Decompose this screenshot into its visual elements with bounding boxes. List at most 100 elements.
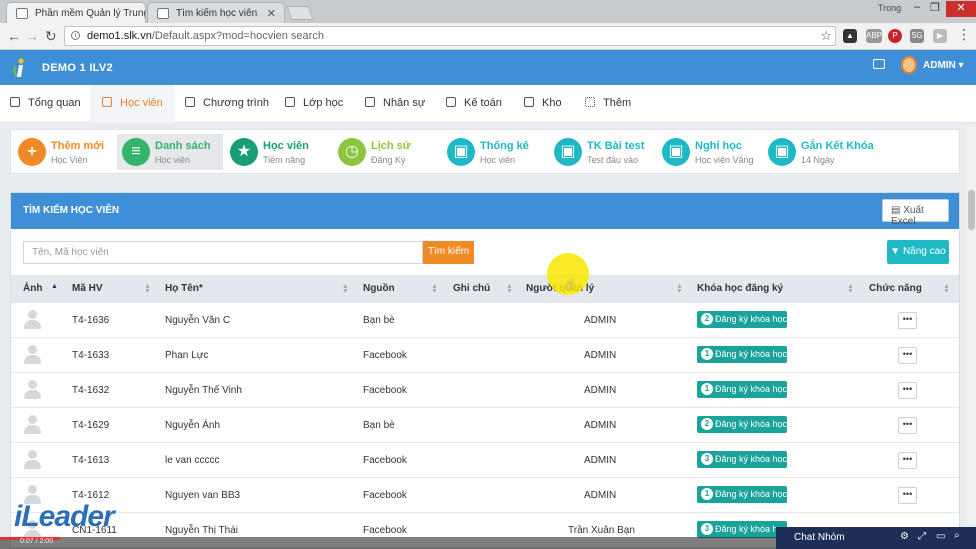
search-button[interactable]: Tìm kiếm: [423, 241, 474, 264]
table-row[interactable]: T4-1612 Nguyen van BB3 Facebook ADMIN 1Đ…: [11, 478, 959, 513]
sort-icon[interactable]: ▲ ▼: [676, 283, 683, 295]
screen-icon[interactable]: ▭: [936, 531, 945, 542]
col-ma-hv[interactable]: Mã HV: [72, 283, 103, 294]
shortcut-gan-ket-khoa[interactable]: ▣ Gắn Kết Khóa 14 Ngày: [763, 134, 883, 170]
menu-label: Học viên: [120, 97, 163, 109]
table-row[interactable]: T4-1632 Nguyễn Thế Vinh Facebook ADMIN 1…: [11, 373, 959, 408]
register-course-button[interactable]: 3 Đăng ký khóa học: [697, 451, 787, 468]
col-nguon[interactable]: Nguồn: [363, 283, 395, 294]
list-icon: ≡: [122, 138, 150, 166]
new-tab-button[interactable]: [286, 6, 314, 20]
export-excel-button[interactable]: ▤ Xuất Excel: [882, 199, 949, 227]
menu-item-nhan-su[interactable]: Nhân sự: [365, 97, 425, 109]
cell-manager: ADMIN: [584, 350, 617, 361]
register-course-button[interactable]: 1 Đăng ký khóa học: [697, 381, 787, 398]
shortcut-title: TK Bài test: [587, 140, 645, 152]
adblock-icon[interactable]: ABP: [866, 29, 882, 43]
extension-icon[interactable]: ▲: [843, 29, 857, 43]
shortcut-sub: Tiềm năng: [263, 155, 306, 165]
sort-icon[interactable]: ▲ ▼: [943, 283, 950, 295]
menu-item-ke-toan[interactable]: Kế toán: [446, 97, 502, 109]
shortcut-them-moi[interactable]: + Thêm mới Học Viên: [13, 134, 119, 170]
sort-icon[interactable]: ▲ ▼: [847, 283, 854, 295]
row-actions-button[interactable]: •••: [898, 487, 917, 504]
menu-item-hoc-vien[interactable]: Học viên: [90, 85, 175, 123]
course-count: 2: [701, 313, 713, 325]
sort-icon[interactable]: ▲ ▼: [506, 283, 513, 295]
course-count: 1: [701, 383, 713, 395]
bookmark-star-icon[interactable]: ☆: [820, 28, 832, 44]
cell-name[interactable]: Nguyễn Ánh: [165, 420, 220, 431]
sort-icon[interactable]: ▲ ▼: [342, 283, 349, 295]
chat-label: Chat Nhóm: [794, 532, 845, 543]
register-course-button[interactable]: 2 Đăng ký khóa học: [697, 416, 787, 433]
shortcut-hoc-vien-tiem-nang[interactable]: ★ Học viên Tiềm năng: [225, 134, 331, 170]
cell-name[interactable]: Nguyễn Văn C: [165, 315, 230, 326]
col-ho-ten[interactable]: Họ Tên*: [165, 283, 203, 294]
cast-icon[interactable]: ▶: [933, 29, 947, 43]
window-close-icon[interactable]: ✕: [946, 1, 976, 17]
menu-icon[interactable]: ⋮: [957, 26, 971, 43]
cell-source: Facebook: [363, 455, 407, 466]
table-row[interactable]: T4-1629 Nguyễn Ánh Bạn bè ADMIN 2 Đăng ký…: [11, 408, 959, 443]
sort-icon[interactable]: ▲ ▼: [431, 283, 438, 295]
register-course-button[interactable]: 1 Đăng ký khóa học: [697, 486, 787, 503]
forward-icon[interactable]: →: [25, 28, 39, 44]
register-course-button[interactable]: 2 Đăng ký khóa học: [697, 311, 787, 328]
back-icon[interactable]: ←: [7, 28, 21, 44]
sort-icon[interactable]: ▲ ▼: [144, 283, 151, 295]
table-row[interactable]: T4-1633 Phan Lực Facebook ADMIN 1 Đăng ký…: [11, 338, 959, 373]
settings-icon[interactable]: ⚙: [900, 531, 909, 542]
shortcut-nghi-hoc[interactable]: ▣ Nghỉ học Học viên Vắng: [657, 134, 763, 170]
sort-asc-icon[interactable]: ▲: [51, 283, 58, 290]
row-actions-button[interactable]: •••: [898, 452, 917, 469]
expand-icon[interactable]: ⤢: [918, 531, 926, 542]
col-ghi-chu[interactable]: Ghi chú: [453, 283, 490, 294]
avatar[interactable]: [901, 56, 917, 74]
tab-app-home[interactable]: Phần mềm Quản lý Trung tâm: [6, 2, 146, 23]
row-actions-button[interactable]: •••: [898, 312, 917, 329]
cell-name[interactable]: Nguyen van BB3: [165, 490, 240, 501]
page-scrollbar[interactable]: [967, 125, 976, 525]
scrollbar-thumb[interactable]: [968, 190, 975, 230]
menu-item-lop-hoc[interactable]: Lớp học: [285, 97, 343, 109]
table-row[interactable]: T4-1613 le van ccccc Facebook ADMIN 3 Đăn…: [11, 443, 959, 478]
register-course-button[interactable]: 3 Đăng ký khóa học: [697, 521, 787, 538]
url-input[interactable]: i demo1.slk.vn/Default.aspx?mod=hocvien …: [64, 26, 836, 46]
col-anh[interactable]: Ảnh: [23, 283, 42, 294]
cell-manager: ADMIN: [584, 490, 617, 501]
restore-icon[interactable]: ❐: [924, 1, 946, 17]
cell-name[interactable]: Phan Lực: [165, 350, 208, 361]
close-icon[interactable]: ✕: [267, 7, 276, 20]
group-chat-bar[interactable]: Chat Nhóm ⚙ ⤢ ▭ ⌕: [776, 527, 976, 549]
cell-name[interactable]: Nguyễn Thế Vinh: [165, 385, 242, 396]
row-actions-button[interactable]: •••: [898, 347, 917, 364]
cell-name[interactable]: Nguyễn Thị Thái: [165, 525, 238, 536]
accounting-icon: [446, 97, 456, 107]
tab-student-search[interactable]: Tìm kiếm học viên ✕: [147, 2, 285, 23]
pinterest-icon[interactable]: P: [888, 29, 902, 43]
shortcut-thong-ke[interactable]: ▣ Thống kê Học viên: [442, 134, 548, 170]
menu-item-chuong-trinh[interactable]: Chương trình: [185, 97, 269, 109]
shortcut-danh-sach[interactable]: ≡ Danh sách Học viên: [117, 134, 223, 170]
message-icon[interactable]: [873, 59, 885, 69]
shortcut-tk-bai-test[interactable]: ▣ TK Bài test Test đầu vào: [549, 134, 655, 170]
search-input[interactable]: Tên, Mã học viên: [23, 241, 423, 264]
cell-manager: ADMIN: [584, 385, 617, 396]
cell-name[interactable]: le van ccccc: [165, 455, 219, 466]
user-menu[interactable]: ADMIN ▾: [923, 60, 964, 71]
row-actions-button[interactable]: •••: [898, 382, 917, 399]
register-course-button[interactable]: 1 Đăng ký khóa học: [697, 346, 787, 363]
reload-icon[interactable]: ↻: [45, 28, 57, 45]
info-icon[interactable]: i: [71, 31, 80, 40]
extension-sg-icon[interactable]: SG: [910, 29, 924, 43]
menu-item-kho[interactable]: Kho: [524, 97, 562, 109]
col-khoa-hoc[interactable]: Khóa học đăng ký: [697, 283, 783, 294]
zoom-icon[interactable]: ⌕: [954, 530, 960, 541]
menu-item-tong-quan[interactable]: Tổng quan: [10, 97, 81, 109]
shortcut-lich-su[interactable]: ◷ Lịch sử Đăng Ký: [333, 134, 439, 170]
table-row[interactable]: T4-1636 Nguyễn Văn C Bạn bè ADMIN 2 Đăng …: [11, 303, 959, 338]
row-actions-button[interactable]: •••: [898, 417, 917, 434]
menu-item-them[interactable]: Thêm: [585, 97, 631, 109]
advanced-filter-button[interactable]: ▼ Nâng cao: [887, 240, 949, 264]
